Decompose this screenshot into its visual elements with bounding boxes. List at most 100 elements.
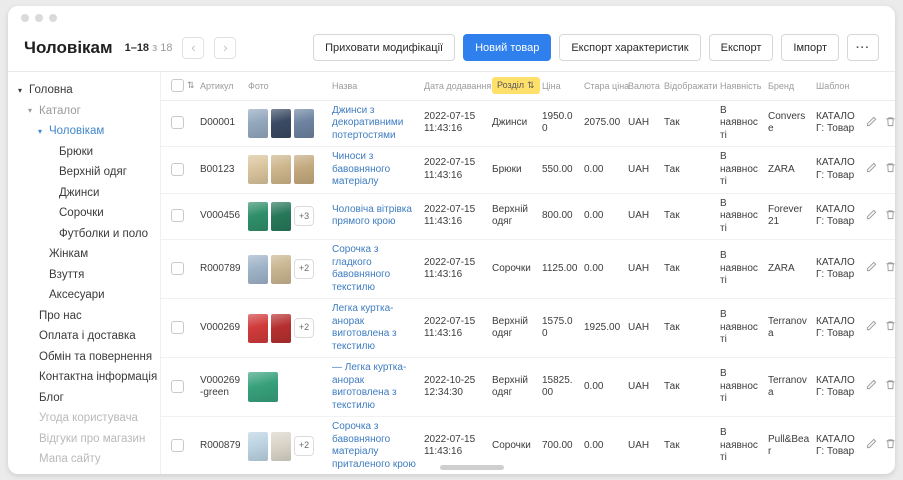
product-photo[interactable] [294,109,314,138]
sort-order-icon[interactable]: ⇅ [187,80,195,90]
delete-button[interactable] [885,261,895,277]
sidebar-item[interactable]: ▾ Головна [8,80,160,101]
row-checkbox[interactable] [171,209,184,222]
sidebar-item[interactable]: Футболки и поло [8,224,160,245]
product-photo[interactable] [248,372,278,402]
sidebar-item[interactable]: Аксесуари [8,285,160,306]
product-photo[interactable] [271,314,291,343]
row-checkbox[interactable] [171,163,184,176]
product-photo[interactable] [271,202,291,231]
column-header[interactable]: Артикул [197,72,245,100]
row-checkbox[interactable] [171,262,184,275]
sidebar-item[interactable]: Взуття [8,265,160,286]
product-photo[interactable] [271,155,291,184]
column-header[interactable]: Відображати [661,72,717,100]
select-all-checkbox[interactable] [171,79,184,92]
column-header[interactable]: Ціна [539,72,581,100]
delete-button[interactable] [885,162,895,178]
sidebar-item[interactable]: ▾ Каталог [8,101,160,122]
more-photos-badge[interactable]: +2 [294,318,314,338]
sidebar-item[interactable]: Оплата і доставка [8,326,160,347]
edit-button[interactable] [866,261,877,277]
window-maximize-button[interactable] [49,14,57,22]
edit-button[interactable] [866,116,877,132]
delete-button[interactable] [885,320,895,336]
product-photo[interactable] [248,255,268,284]
edit-button[interactable] [866,320,877,336]
more-photos-badge[interactable]: +2 [294,436,314,456]
product-photo[interactable] [248,202,268,231]
column-header[interactable]: Валюта [625,72,661,100]
column-header[interactable] [863,72,895,100]
sort-icon: ⇅ [527,80,535,90]
sidebar-item[interactable]: Брюки [8,142,160,163]
app-window: Чоловікам 1–18 з 18 ‹ › Приховати модифі… [8,6,895,474]
column-header[interactable]: Стара ціна [581,72,625,100]
product-name-link[interactable]: Джинси з декоративними потертостями [332,105,403,141]
column-header[interactable]: Шаблон [813,72,863,100]
product-name-link[interactable]: Сорочка з бавовняного матеріалу притален… [332,421,416,470]
column-header[interactable]: Фото [245,72,329,100]
row-checkbox[interactable] [171,380,184,393]
delete-button[interactable] [885,379,895,395]
column-header[interactable]: Розділ⇅ [489,72,539,100]
sidebar-item[interactable]: Верхній одяг [8,162,160,183]
import-button[interactable]: Імпорт [781,34,839,61]
sidebar-item[interactable]: Контактна інформація [8,367,160,388]
product-row: V000456 +3 Чоловіча вітрівка прямого кро… [161,193,895,240]
more-photos-badge[interactable]: +2 [294,259,314,279]
window-minimize-button[interactable] [35,14,43,22]
pagination-prev-button[interactable]: ‹ [182,37,204,59]
product-name-link[interactable]: Чоловіча вітрівка прямого крою [332,204,412,228]
product-name-link[interactable]: Легка куртка-анорак виготовлена з тексти… [332,303,397,352]
window-close-button[interactable] [21,14,29,22]
product-name-link[interactable]: Чиноси з бавовняного матеріалу [332,151,390,187]
product-price: 1125.00 [539,240,581,299]
row-checkbox[interactable] [171,321,184,334]
sidebar-item[interactable]: ▾ Чоловікам [8,121,160,142]
column-header[interactable]: Бренд [765,72,813,100]
product-section: Верхній одяг [489,193,539,240]
edit-button[interactable] [866,438,877,454]
column-header[interactable]: Назва [329,72,421,100]
sidebar-item[interactable]: Про нас [8,306,160,327]
product-photo[interactable] [248,155,268,184]
product-brand: ZARA [765,240,813,299]
sidebar-item[interactable]: Обмін та повернення [8,347,160,368]
delete-button[interactable] [885,209,895,225]
delete-button[interactable] [885,116,895,132]
product-name-link[interactable]: Сорочка з гладкого бавовняного текстилю [332,244,390,293]
row-checkbox[interactable] [171,439,184,452]
sidebar-item[interactable]: Відгуки про магазин [8,429,160,450]
row-checkbox[interactable] [171,116,184,129]
delete-button[interactable] [885,438,895,454]
product-photo[interactable] [271,255,291,284]
edit-button[interactable] [866,162,877,178]
column-header[interactable]: Наявність [717,72,765,100]
sidebar-item[interactable]: Джинси [8,183,160,204]
product-photo[interactable] [248,432,268,461]
edit-button[interactable] [866,379,877,395]
more-actions-button[interactable]: ··· [847,34,879,61]
pagination-next-button[interactable]: › [214,37,236,59]
horizontal-scrollbar-thumb[interactable] [440,465,504,470]
sidebar-item[interactable]: Сорочки [8,203,160,224]
product-photo[interactable] [248,314,268,343]
product-photo[interactable] [294,155,314,184]
new-product-button[interactable]: Новий товар [463,34,551,61]
sidebar-item[interactable]: Блог [8,388,160,409]
product-photo[interactable] [248,109,268,138]
product-name-link[interactable]: — Легка куртка-анорак виготовлена з текс… [332,362,406,411]
product-photo[interactable] [271,432,291,461]
export-characteristics-button[interactable]: Експорт характеристик [559,34,700,61]
product-photo[interactable] [271,109,291,138]
hide-modifications-button[interactable]: Приховати модифікації [313,34,455,61]
sidebar-item[interactable]: Мапа сайту [8,449,160,470]
more-photos-badge[interactable]: +3 [294,206,314,226]
export-button[interactable]: Експорт [709,34,774,61]
sidebar-item[interactable]: Угода користувача [8,408,160,429]
column-header[interactable]: Дата додавання [421,72,489,100]
edit-button[interactable] [866,209,877,225]
sidebar-item[interactable]: Жінкам [8,244,160,265]
sidebar-item-label: Чоловікам [49,125,104,137]
